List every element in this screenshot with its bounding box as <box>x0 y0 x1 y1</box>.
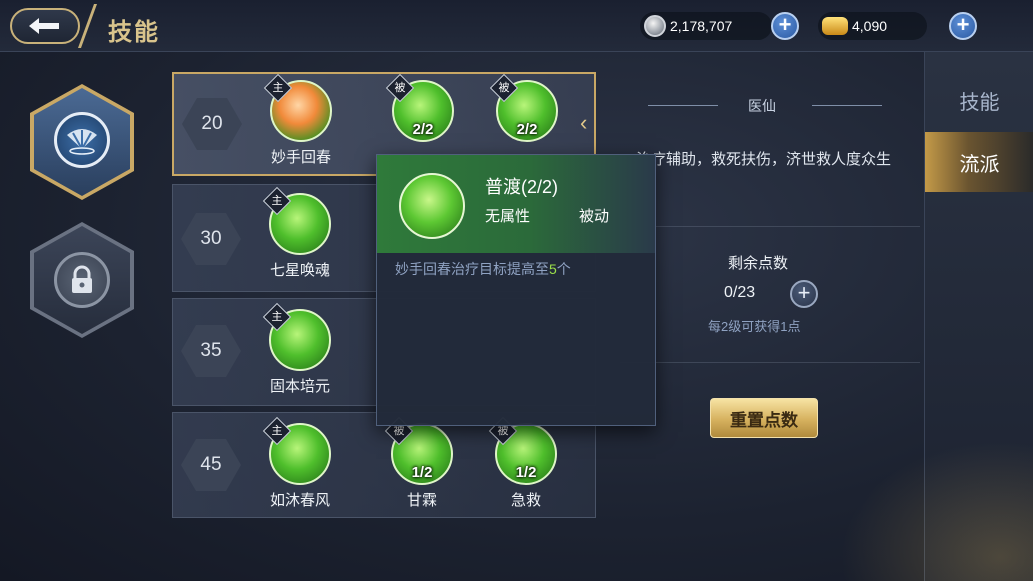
page-title: 技能 <box>108 19 160 46</box>
school-description: 治疗辅助，救死扶伤，济世救人度众生 <box>636 151 892 168</box>
tab-skills[interactable]: 技能 <box>925 70 1033 130</box>
skill-name: 急救 <box>510 492 541 509</box>
tooltip-type: 被动 <box>579 208 610 225</box>
tooltip-attribute: 无属性 <box>485 208 531 225</box>
silver-amount: 2,178,707 <box>670 18 733 34</box>
skill-orb-icon[interactable]: 被 1/2 <box>488 416 557 485</box>
skill-level-count: 1/2 <box>411 464 433 481</box>
points-hint: 每2级可获得1点 <box>708 319 801 334</box>
back-button[interactable] <box>10 8 80 44</box>
skill-orb-icon[interactable]: 被 1/2 <box>384 416 453 485</box>
reset-points-button[interactable]: 重置点数 <box>710 398 818 438</box>
skill-orb-icon[interactable]: 被 2/2 <box>385 73 454 142</box>
silver-coin-icon <box>644 15 666 37</box>
level-badge: 20 <box>182 98 242 150</box>
gold-amount: 4,090 <box>852 18 888 34</box>
active-tag-icon: 主 <box>263 73 293 103</box>
tooltip-title: 普渡(2/2) <box>485 177 559 197</box>
level-badge: 30 <box>181 213 241 265</box>
skill-level-count: 2/2 <box>516 121 538 138</box>
tooltip-description: 妙手回春治疗目标提高至5个 <box>395 259 571 279</box>
skill-name: 固本培元 <box>269 378 330 395</box>
title-line-right <box>812 105 882 106</box>
skill-slot[interactable]: 主 妙手回春 <box>256 73 346 167</box>
title-divider <box>77 4 109 48</box>
collapse-arrow-icon[interactable]: ‹ <box>580 112 594 134</box>
lock-icon[interactable] <box>54 252 110 308</box>
skill-name: 如沐春风 <box>269 492 330 509</box>
divider <box>620 362 920 363</box>
gold-currency: 4,090 <box>818 12 928 40</box>
add-gold-button[interactable]: + <box>949 12 977 40</box>
decorative-glow <box>813 421 1033 581</box>
active-tag-icon: 主 <box>262 302 292 332</box>
school-name: 医仙 <box>748 98 776 114</box>
skill-orb-icon[interactable]: 主 <box>262 302 331 371</box>
skill-orb-icon[interactable]: 主 <box>263 73 332 142</box>
level-badge: 45 <box>181 439 241 491</box>
active-tag-icon: 主 <box>262 186 292 216</box>
tab-school[interactable]: 流派 <box>925 132 1033 192</box>
skill-name: 七星唤魂 <box>269 262 330 279</box>
gold-ingot-icon <box>822 17 848 35</box>
silver-currency: 2,178,707 <box>640 12 773 40</box>
skill-level-count: 2/2 <box>412 121 434 138</box>
skill-slot[interactable]: 被 1/2 急救 <box>481 416 571 510</box>
skill-slot[interactable]: 被 2/2 <box>482 73 572 142</box>
back-arrow-icon <box>29 18 59 34</box>
tooltip-desc-highlight: 5 <box>549 261 557 277</box>
title-line-left <box>648 105 718 106</box>
skill-slot[interactable]: 主 如沐春风 <box>255 416 345 510</box>
skill-tooltip: 普渡(2/2) 无属性 被动 妙手回春治疗目标提高至5个 <box>376 154 656 426</box>
skill-slot[interactable]: 主 固本培元 <box>255 302 345 396</box>
fan-icon[interactable] <box>54 112 110 168</box>
remaining-points-value: 0/23 <box>724 284 756 301</box>
school-title: 医仙 <box>648 94 882 116</box>
tooltip-desc-prefix: 妙手回春治疗目标提高至 <box>395 261 549 277</box>
divider <box>620 226 920 227</box>
skill-slot[interactable]: 被 1/2 甘霖 <box>377 416 467 510</box>
skill-name: 甘霖 <box>406 492 437 509</box>
remaining-points-label: 剩余点数 <box>728 255 789 272</box>
passive-tag-icon: 被 <box>385 73 415 103</box>
skill-level-count: 1/2 <box>515 464 537 481</box>
tooltip-desc-suffix: 个 <box>556 261 571 277</box>
skill-orb-icon[interactable]: 被 2/2 <box>489 73 558 142</box>
add-silver-button[interactable]: + <box>771 12 799 40</box>
skill-slot[interactable]: 被 2/2 <box>378 73 468 142</box>
active-tag-icon: 主 <box>262 416 292 446</box>
add-points-button[interactable]: + <box>790 280 818 308</box>
level-badge: 35 <box>181 325 241 377</box>
tooltip-skill-icon <box>399 173 465 239</box>
skill-name: 妙手回春 <box>270 149 331 166</box>
skill-slot[interactable]: 主 七星唤魂 <box>255 186 345 280</box>
skill-orb-icon[interactable]: 主 <box>262 186 331 255</box>
skill-orb-icon[interactable]: 主 <box>262 416 331 485</box>
top-bar: 技能 2,178,707 + 4,090 + <box>0 0 1033 52</box>
passive-tag-icon: 被 <box>489 73 519 103</box>
skill-row-level-45[interactable]: 45 主 如沐春风 被 1/2 甘霖 被 1/2 急救 <box>172 412 596 518</box>
